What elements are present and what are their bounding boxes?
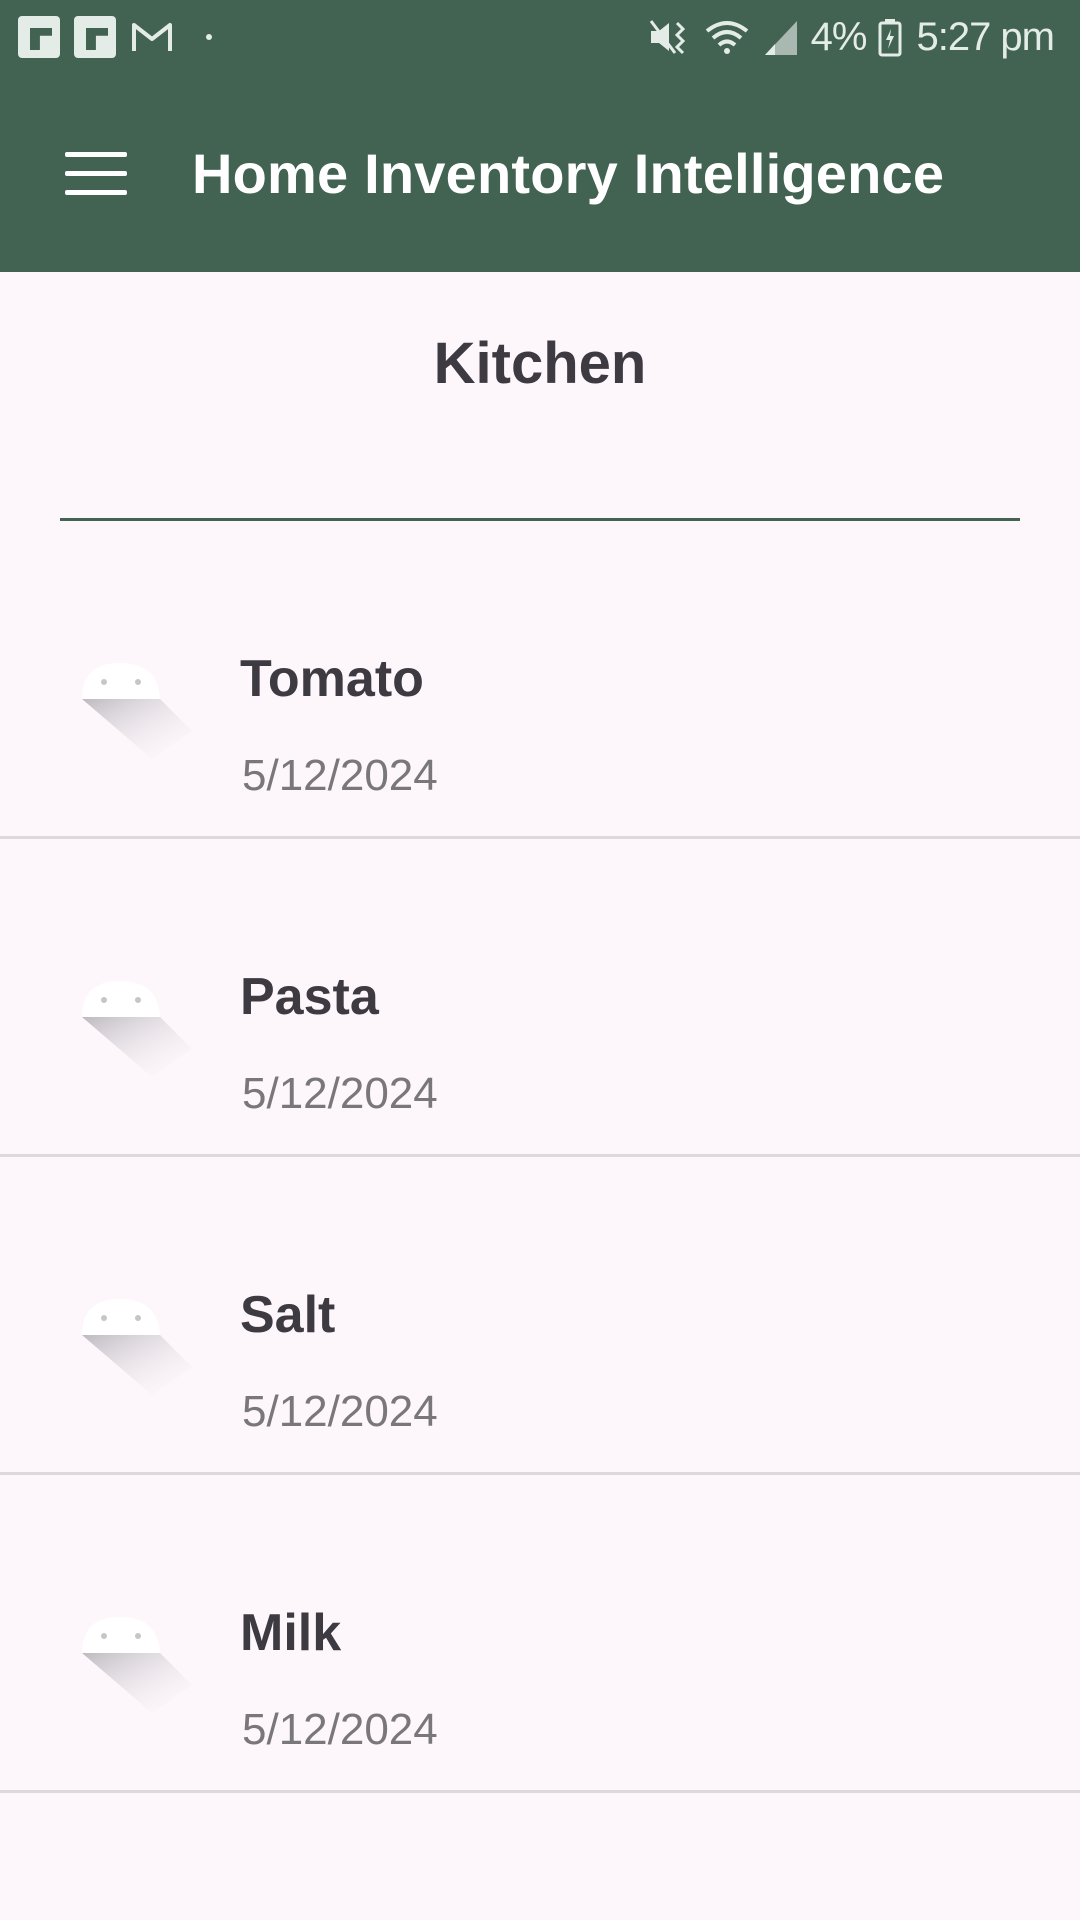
list-item[interactable]: Pasta 5/12/2024: [0, 839, 1080, 1157]
menu-bar-line: [65, 151, 127, 157]
flipboard-notification-icon-2: [74, 16, 116, 58]
item-name: Tomato: [240, 650, 424, 708]
wifi-icon: [703, 17, 751, 57]
android-placeholder-icon: [82, 981, 192, 1077]
signal-icon: [763, 17, 799, 57]
item-name: Pasta: [240, 968, 379, 1026]
menu-bar-line: [65, 189, 127, 195]
item-name: Milk: [240, 1604, 342, 1662]
item-date: 5/12/2024: [242, 1705, 438, 1754]
menu-bar-line: [65, 170, 127, 176]
battery-percentage: 4%: [810, 14, 868, 59]
list-item[interactable]: Salt 5/12/2024: [0, 1157, 1080, 1475]
app-toolbar: Home Inventory Intelligence: [0, 74, 1080, 272]
item-date: 5/12/2024: [242, 751, 438, 800]
android-placeholder-icon: [82, 663, 192, 759]
inventory-item-list: Tomato 5/12/2024 Pasta 5/12/2024 Salt 5/…: [0, 521, 1080, 1793]
room-title: Kitchen: [433, 331, 647, 396]
flipboard-notification-icon: [18, 16, 60, 58]
battery-charging-icon: [878, 17, 902, 57]
more-notifications-dot-icon: [206, 34, 212, 40]
hamburger-menu-icon[interactable]: [48, 125, 144, 221]
notification-icons: [18, 16, 212, 58]
vibrate-mute-icon: [647, 17, 691, 57]
list-item[interactable]: Milk 5/12/2024: [0, 1475, 1080, 1793]
item-name: Salt: [240, 1286, 336, 1344]
app-title: Home Inventory Intelligence: [192, 141, 945, 205]
gmail-notification-icon: [132, 23, 172, 51]
android-placeholder-icon: [82, 1299, 192, 1395]
item-date: 5/12/2024: [242, 1069, 438, 1118]
system-icons: 4% 5:27 pm: [635, 14, 1055, 60]
item-date: 5/12/2024: [242, 1387, 438, 1436]
status-clock: 5:27 pm: [916, 14, 1055, 59]
android-placeholder-icon: [82, 1617, 192, 1713]
status-bar: 4% 5:27 pm: [0, 0, 1080, 74]
list-item[interactable]: Tomato 5/12/2024: [0, 521, 1080, 839]
